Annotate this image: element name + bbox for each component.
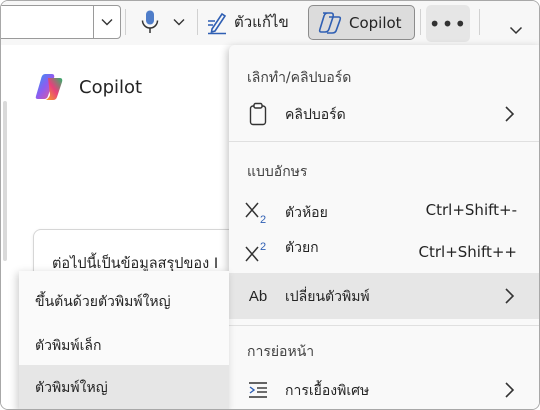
more-options-button[interactable]: •••: [426, 5, 470, 42]
toolbar-divider: [420, 9, 421, 35]
indent-icon: [243, 375, 273, 405]
submenu-item-lowercase[interactable]: ตัวพิมพ์เล็ก: [19, 323, 229, 367]
svg-text:2: 2: [260, 241, 266, 253]
toolbar-divider: [479, 9, 480, 35]
ribbon-toolbar: ตัวแก้ไข Copilot •••: [1, 1, 539, 45]
editor-label: ตัวแก้ไข: [234, 13, 289, 31]
copilot-pane-title: Copilot: [79, 76, 143, 98]
pen-editor-icon: [208, 12, 227, 35]
special-indent-label: การเยื้องพิเศษ: [285, 383, 370, 399]
copilot-label: Copilot: [349, 13, 402, 32]
subscript-shortcut: Ctrl+Shift+-: [425, 201, 517, 219]
dictate-button[interactable]: [133, 6, 191, 38]
chevron-right-icon: [505, 106, 515, 122]
copilot-logo-icon: [318, 11, 342, 34]
change-case-icon: Ab: [243, 281, 273, 311]
chevron-right-icon: [505, 382, 515, 398]
superscript-shortcut: Ctrl+Shift++: [418, 243, 518, 261]
menu-item-change-case[interactable]: Ab เปลี่ยนตัวพิมพ์: [229, 273, 539, 319]
menu-item-clipboard[interactable]: คลิปบอร์ด: [229, 91, 539, 137]
submenu-item-uppercase[interactable]: ตัวพิมพ์ใหญ่: [19, 365, 229, 409]
microphone-icon: [141, 10, 158, 33]
copilot-button[interactable]: Copilot: [308, 5, 415, 40]
submenu-item-sentence-case[interactable]: ขึ้นต้นด้วยตัวพิมพ์ใหญ่: [19, 279, 229, 323]
clipboard-label: คลิปบอร์ด: [285, 107, 346, 123]
section-header-font: แบบอักษร: [247, 164, 308, 180]
section-header-undo-clipboard: เลิกทำ/คลิปบอร์ด: [247, 70, 352, 86]
section-header-paragraph: การย่อหน้า: [247, 344, 315, 360]
app-window: ตัวแก้ไข Copilot ••• Copilot ต่อไปนี้เป็…: [0, 0, 540, 410]
chevron-down-icon: [101, 19, 113, 26]
uppercase-label: ตัวพิมพ์ใหญ่: [35, 380, 108, 396]
copilot-pane-header: Copilot: [33, 71, 142, 103]
chevron-down-icon: [173, 19, 184, 26]
toolbar-divider: [125, 9, 126, 35]
chevron-down-icon: [509, 26, 523, 35]
more-options-menu: เลิกทำ/คลิปบอร์ด คลิปบอร์ด แบบอักษร 2 ตั…: [229, 45, 539, 409]
toolbar-divider: [197, 9, 198, 35]
menu-divider: [229, 141, 539, 142]
copilot-logo-icon: [35, 74, 63, 100]
menu-item-special-indent[interactable]: การเยื้องพิเศษ: [229, 367, 539, 409]
font-name-input[interactable]: [1, 5, 93, 39]
change-case-label: เปลี่ยนตัวพิมพ์: [285, 289, 370, 305]
more-options-icon: •••: [428, 11, 468, 36]
ribbon-expand-button[interactable]: [501, 15, 531, 45]
subscript-label: ตัวห้อย: [285, 205, 328, 221]
superscript-icon: 2: [243, 237, 273, 267]
editor-button[interactable]: ตัวแก้ไข: [205, 6, 301, 38]
pane-scrollbar[interactable]: [3, 101, 7, 261]
chevron-right-icon: [505, 288, 515, 304]
menu-item-superscript[interactable]: 2 ตัวยก Ctrl+Shift++: [229, 229, 539, 275]
superscript-label: ตัวยก: [285, 240, 319, 256]
svg-text:2: 2: [260, 214, 266, 225]
subscript-icon: 2: [243, 197, 273, 227]
change-case-submenu: ขึ้นต้นด้วยตัวพิมพ์ใหญ่ ตัวพิมพ์เล็ก ตัว…: [19, 271, 229, 409]
font-dropdown-button[interactable]: [93, 5, 121, 39]
change-case-icon-text: Ab: [248, 287, 268, 305]
lowercase-label: ตัวพิมพ์เล็ก: [35, 338, 102, 354]
clipboard-icon: [243, 99, 273, 129]
sentence-case-label: ขึ้นต้นด้วยตัวพิมพ์ใหญ่: [35, 294, 171, 310]
menu-divider: [229, 325, 539, 326]
